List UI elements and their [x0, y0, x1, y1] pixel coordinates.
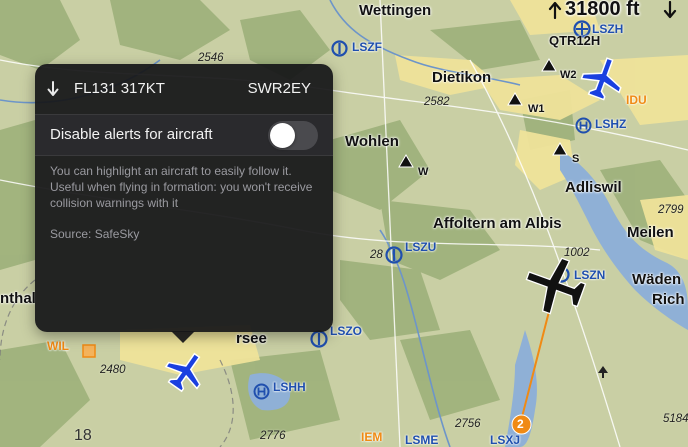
aircraft-popover: FL131 317KT SWR2EY Disable alerts for ai… — [35, 64, 333, 332]
traffic-aircraft-icon[interactable] — [162, 348, 210, 394]
disable-alerts-label: Disable alerts for aircraft — [50, 126, 213, 143]
obstacle-icon — [598, 366, 608, 378]
popover-pointer — [171, 331, 195, 343]
toggle-knob — [270, 123, 295, 148]
selected-aircraft-icon[interactable] — [518, 256, 594, 316]
aircraft-callsign: SWR2EY — [247, 80, 311, 97]
flight-level-speed: FL131 317KT — [74, 80, 165, 97]
data-source: Source: SafeSky — [50, 227, 140, 241]
descending-arrow-icon — [47, 81, 59, 96]
disable-alerts-row[interactable]: Disable alerts for aircraft — [35, 115, 333, 156]
popover-header: FL131 317KT SWR2EY — [35, 64, 333, 115]
map-view[interactable]: 31800 ft Wettingen Dietikon Wohlen Adlis… — [0, 0, 688, 447]
traffic-aircraft-icon[interactable] — [578, 54, 628, 102]
traffic-count-badge[interactable]: 2 — [517, 417, 524, 431]
disable-alerts-toggle[interactable] — [268, 121, 318, 150]
popover-description: You can highlight an aircraft to easily … — [50, 164, 313, 210]
